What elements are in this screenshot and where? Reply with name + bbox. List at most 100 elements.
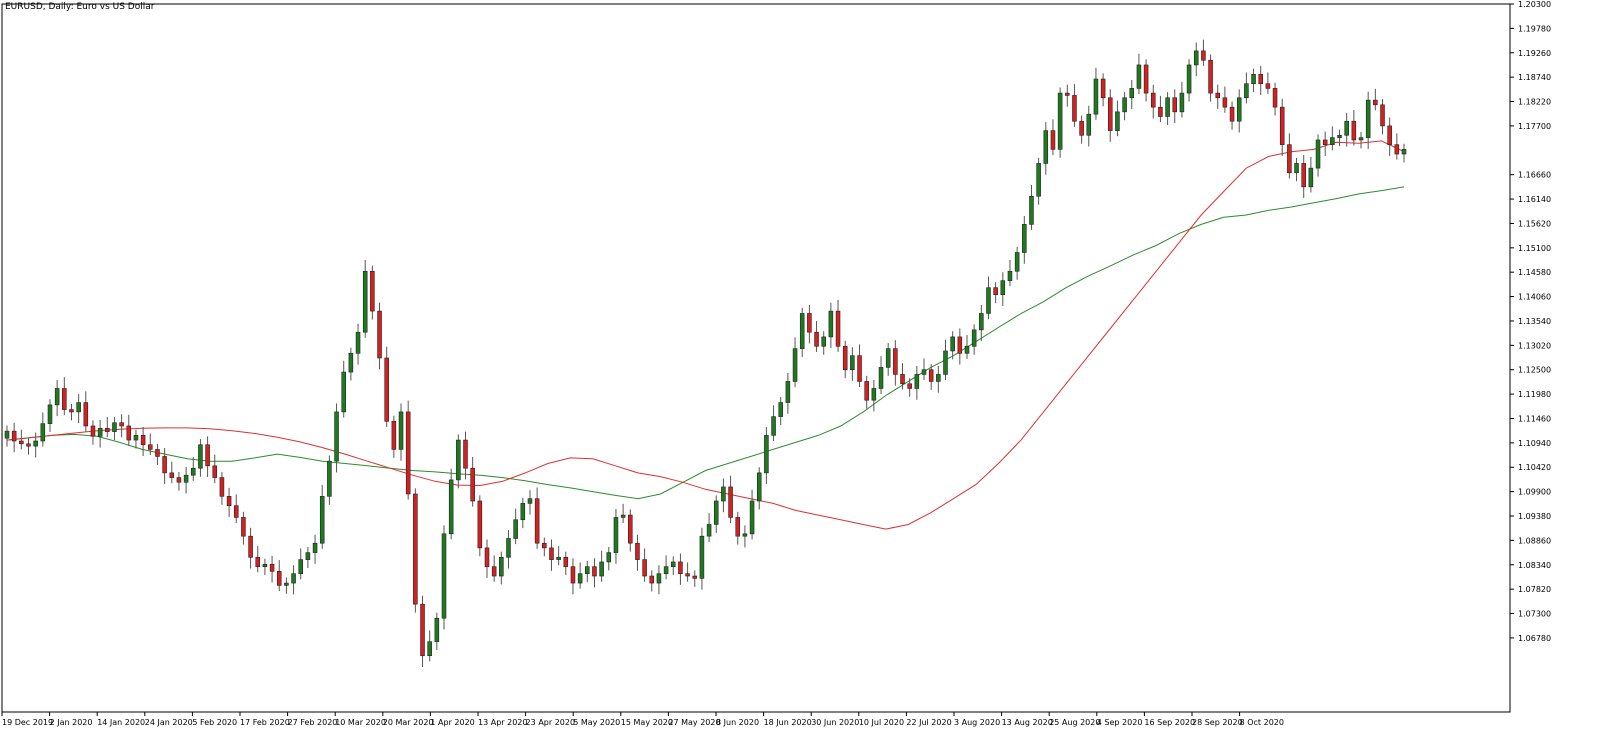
- candle[interactable]: [585, 561, 590, 583]
- candle[interactable]: [54, 380, 60, 417]
- candle[interactable]: [499, 551, 504, 585]
- candle[interactable]: [1330, 126, 1335, 151]
- candle[interactable]: [506, 530, 511, 569]
- candle[interactable]: [355, 323, 361, 365]
- candle[interactable]: [1373, 88, 1378, 111]
- candle[interactable]: [1129, 79, 1135, 110]
- candle[interactable]: [348, 347, 354, 381]
- candle[interactable]: [921, 358, 927, 381]
- candle[interactable]: [592, 558, 597, 588]
- candle[interactable]: [119, 414, 124, 438]
- candle[interactable]: [728, 475, 733, 524]
- candle[interactable]: [420, 595, 425, 667]
- candle[interactable]: [663, 555, 669, 580]
- candle[interactable]: [1236, 89, 1242, 133]
- candle[interactable]: [914, 365, 920, 400]
- candle[interactable]: [1057, 87, 1063, 158]
- candle[interactable]: [1079, 115, 1084, 144]
- candle[interactable]: [778, 396, 783, 426]
- candle[interactable]: [133, 429, 139, 449]
- candle[interactable]: [792, 337, 798, 388]
- candle[interactable]: [470, 456, 475, 507]
- candle[interactable]: [1115, 100, 1120, 137]
- candle[interactable]: [1136, 53, 1142, 95]
- candlestick-chart[interactable]: 1.20300 1.19780 1.19260 1.18740 1.18220 1.177…: [0, 0, 1600, 742]
- candle[interactable]: [1208, 54, 1213, 102]
- candle[interactable]: [1301, 154, 1306, 199]
- candle[interactable]: [807, 305, 812, 344]
- candle[interactable]: [943, 339, 948, 381]
- candle[interactable]: [749, 489, 755, 540]
- candle[interactable]: [398, 403, 404, 461]
- candle[interactable]: [1272, 82, 1278, 116]
- candle[interactable]: [434, 612, 440, 651]
- candle[interactable]: [1086, 105, 1092, 147]
- candle[interactable]: [764, 426, 769, 485]
- candle[interactable]: [828, 302, 834, 349]
- candle[interactable]: [1244, 72, 1249, 104]
- candle[interactable]: [1401, 143, 1407, 163]
- candle[interactable]: [993, 282, 998, 304]
- candle[interactable]: [678, 553, 683, 585]
- candle[interactable]: [549, 539, 554, 571]
- candle[interactable]: [262, 558, 268, 576]
- candle[interactable]: [1337, 129, 1342, 147]
- candle[interactable]: [11, 422, 17, 453]
- candle[interactable]: [219, 471, 225, 505]
- candle[interactable]: [362, 260, 368, 338]
- candle[interactable]: [40, 412, 46, 447]
- candle[interactable]: [276, 560, 282, 592]
- candle[interactable]: [291, 565, 296, 595]
- candle[interactable]: [971, 324, 977, 355]
- candle[interactable]: [319, 485, 325, 549]
- candle[interactable]: [1222, 86, 1228, 113]
- candle[interactable]: [83, 391, 89, 432]
- candle[interactable]: [670, 556, 676, 576]
- candle[interactable]: [1380, 99, 1385, 135]
- candle[interactable]: [33, 432, 38, 458]
- candle[interactable]: [226, 487, 232, 517]
- candle[interactable]: [1358, 132, 1364, 149]
- candle[interactable]: [1279, 98, 1285, 156]
- candle[interactable]: [1022, 215, 1027, 264]
- candle[interactable]: [957, 328, 963, 365]
- candle[interactable]: [448, 468, 454, 540]
- candle[interactable]: [69, 403, 74, 421]
- candle[interactable]: [26, 438, 31, 455]
- candle[interactable]: [1050, 119, 1056, 155]
- candle[interactable]: [341, 360, 346, 418]
- candle[interactable]: [205, 436, 210, 478]
- candle[interactable]: [47, 399, 53, 433]
- candle[interactable]: [1172, 89, 1178, 124]
- candle[interactable]: [1308, 156, 1314, 193]
- candle[interactable]: [1093, 67, 1099, 120]
- candle[interactable]: [105, 417, 110, 438]
- candle[interactable]: [1201, 39, 1206, 66]
- candle[interactable]: [893, 340, 898, 386]
- candle[interactable]: [656, 565, 662, 595]
- candle[interactable]: [1387, 117, 1392, 156]
- candle[interactable]: [384, 346, 389, 427]
- candle[interactable]: [1108, 89, 1113, 142]
- candle[interactable]: [76, 394, 81, 424]
- candle[interactable]: [1158, 95, 1163, 123]
- candle[interactable]: [864, 375, 869, 409]
- candle[interactable]: [1322, 131, 1328, 156]
- candle[interactable]: [721, 478, 726, 513]
- candle[interactable]: [1065, 84, 1070, 107]
- candle[interactable]: [1215, 84, 1221, 110]
- candle[interactable]: [620, 503, 626, 524]
- candle[interactable]: [527, 490, 533, 515]
- candle[interactable]: [241, 511, 246, 545]
- candle[interactable]: [155, 443, 160, 465]
- candle[interactable]: [1315, 134, 1321, 177]
- candle[interactable]: [599, 550, 604, 582]
- candle[interactable]: [269, 555, 275, 583]
- candle[interactable]: [1036, 157, 1041, 205]
- candle[interactable]: [742, 525, 748, 548]
- candle[interactable]: [126, 414, 132, 446]
- candle[interactable]: [233, 494, 239, 524]
- candle[interactable]: [1251, 68, 1256, 93]
- candle[interactable]: [405, 400, 411, 500]
- candle[interactable]: [1365, 91, 1371, 149]
